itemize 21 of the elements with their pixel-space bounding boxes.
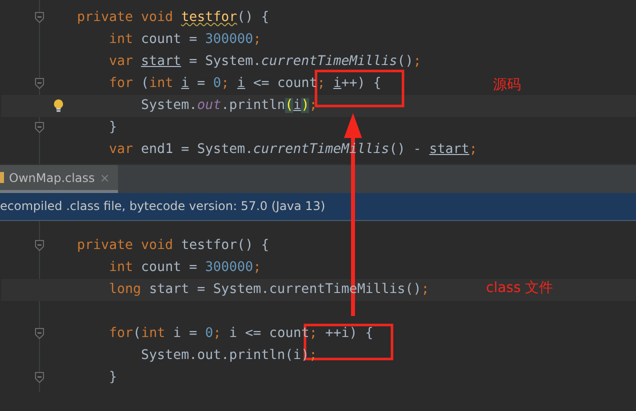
code-line: private void testfor() { xyxy=(77,237,270,255)
lightbulb-icon[interactable] xyxy=(53,99,64,113)
file-icon xyxy=(0,172,4,183)
tab-label: OwnMap.class xyxy=(9,170,95,184)
file-tab[interactable]: OwnMap.class × xyxy=(0,165,118,193)
code-line: int count = 300000; xyxy=(108,31,262,49)
fold-icon[interactable] xyxy=(35,12,44,23)
code-line: private void testfor() { xyxy=(77,9,270,27)
code-line: } xyxy=(108,369,118,387)
fold-icon[interactable] xyxy=(35,78,44,89)
fold-icon[interactable] xyxy=(35,328,44,339)
code-line: var start = System.currentTimeMillis(); xyxy=(108,53,422,71)
annotation-label: 源码 xyxy=(493,76,521,94)
fold-icon[interactable] xyxy=(35,122,44,133)
code-line: int count = 300000; xyxy=(108,259,262,277)
code-line: System.out.println(i); xyxy=(140,97,318,115)
code-line: } xyxy=(108,119,118,137)
fold-icon[interactable] xyxy=(35,240,44,251)
fold-icon[interactable] xyxy=(35,372,44,383)
annotation-label: class 文件 xyxy=(486,279,554,297)
decompiled-banner: ecompiled .class file, bytecode version: 57.0 (Java 13) xyxy=(0,193,636,221)
